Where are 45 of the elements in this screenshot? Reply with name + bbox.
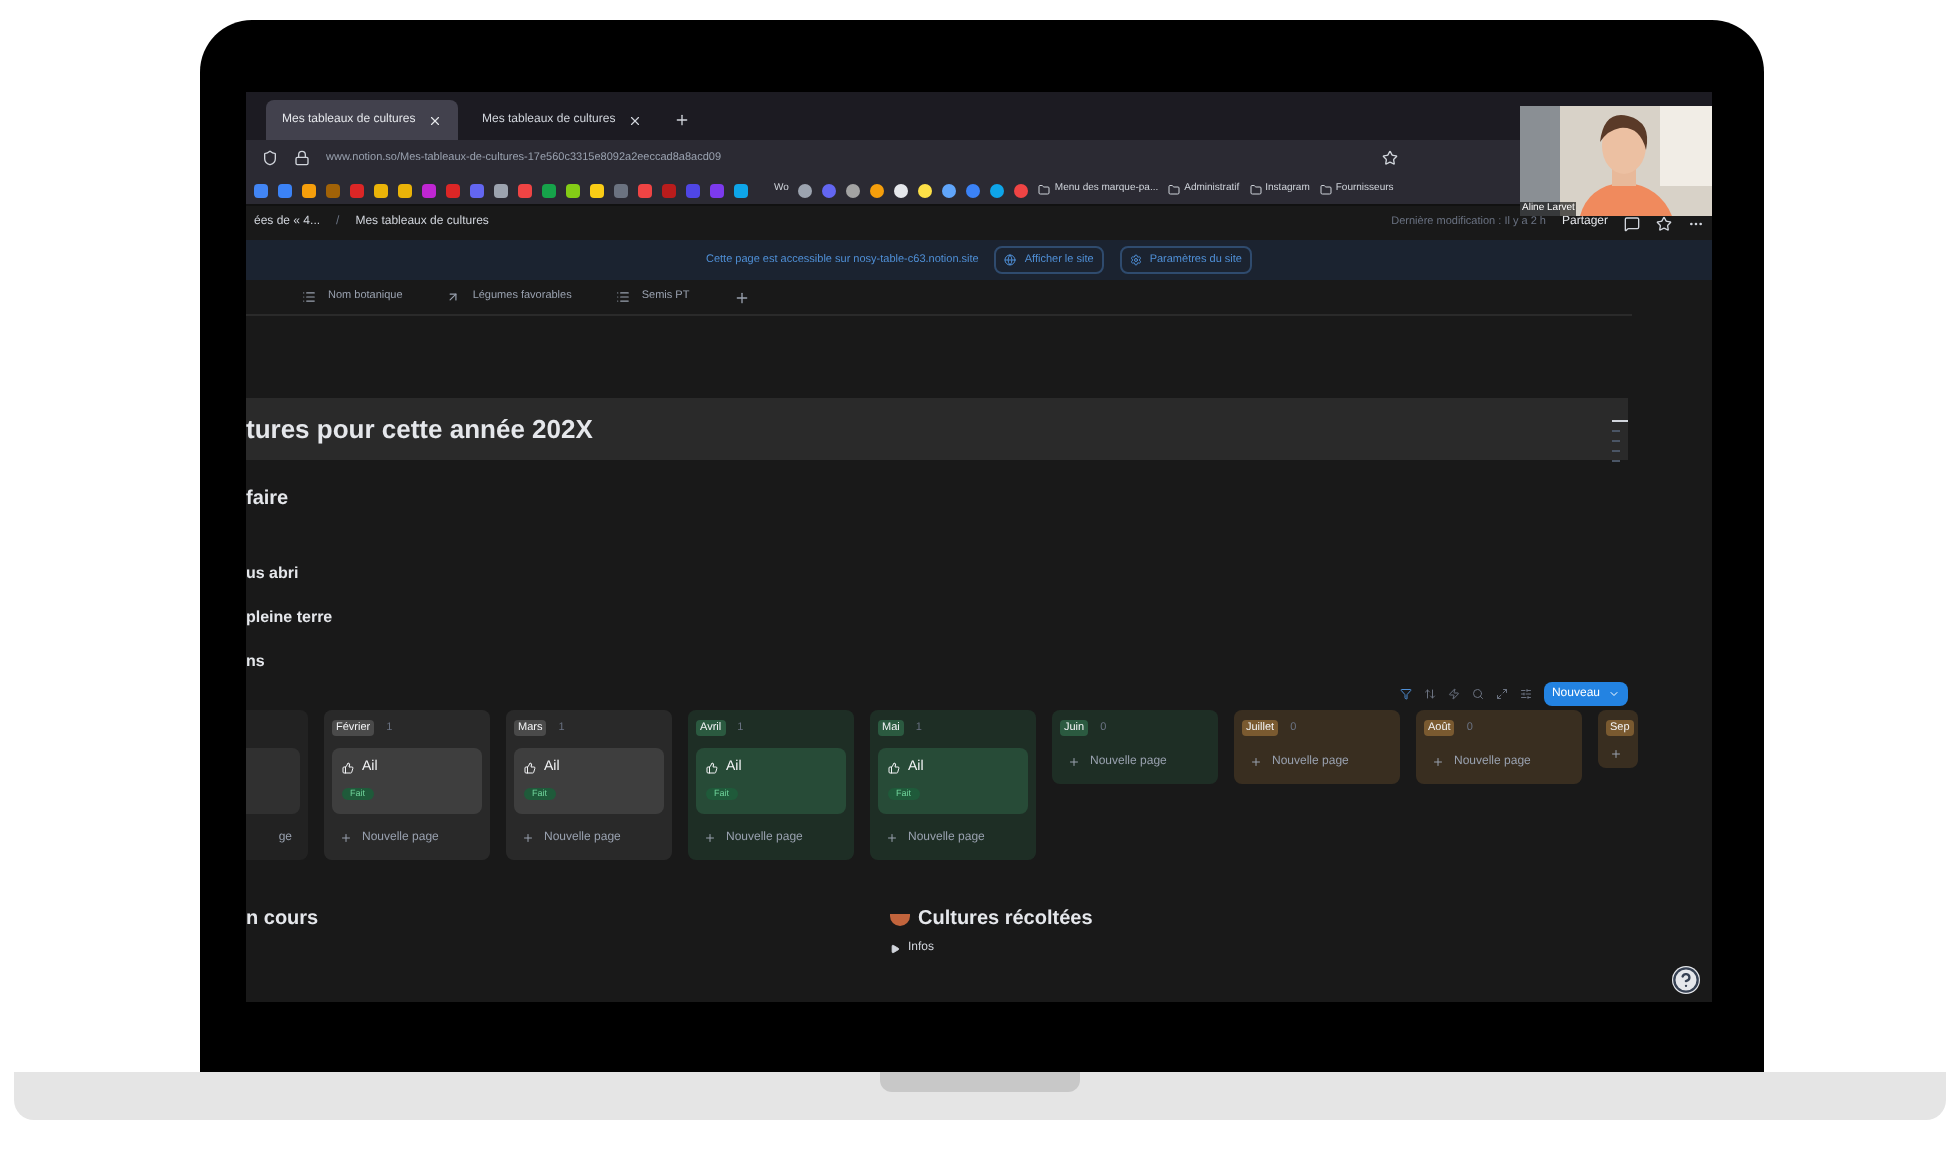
lock-icon — [294, 150, 310, 166]
thumbs-up-icon — [888, 762, 900, 775]
new-tab-icon[interactable] — [674, 112, 690, 128]
thumbs-up-icon — [706, 762, 718, 775]
settings-icon — [1129, 254, 1142, 266]
arrow-icon — [446, 290, 461, 304]
shield-icon — [262, 150, 278, 166]
plus-icon — [340, 832, 352, 844]
section-heading: us abri — [246, 562, 301, 586]
section-heading: Cultures récoltées — [890, 904, 1093, 934]
list-icon — [615, 290, 630, 304]
filter-icon[interactable] — [1399, 688, 1412, 700]
section-heading: ns — [246, 650, 267, 674]
section-heading: pleine terre — [246, 606, 335, 630]
section-heading: n cours — [246, 906, 321, 934]
close-icon[interactable] — [628, 113, 642, 127]
plus-icon — [886, 832, 898, 844]
settings-icon[interactable] — [1519, 688, 1532, 700]
close-icon[interactable] — [428, 113, 442, 127]
star-icon[interactable] — [1656, 215, 1672, 231]
folder-icon — [1038, 184, 1051, 196]
folder-icon — [1319, 184, 1332, 196]
folder-icon — [1249, 184, 1262, 196]
bowl-icon — [890, 913, 910, 925]
plus-icon[interactable] — [1610, 748, 1622, 760]
plus-icon — [522, 832, 534, 844]
page-heading: tures pour cette année 202X — [246, 411, 593, 448]
plus-icon — [1250, 756, 1262, 768]
add-view-icon[interactable] — [733, 289, 750, 305]
lightning-icon[interactable] — [1447, 688, 1460, 700]
plus-icon — [704, 832, 716, 844]
list-icon — [302, 290, 316, 304]
plus-icon — [1432, 756, 1444, 768]
sort-icon[interactable] — [1423, 688, 1436, 700]
comment-icon[interactable] — [1624, 215, 1640, 231]
globe-icon — [1004, 254, 1017, 266]
section-heading: faire — [246, 486, 291, 514]
help-icon[interactable] — [1672, 966, 1700, 994]
thumbs-up-icon — [342, 762, 354, 775]
folder-icon — [1168, 184, 1181, 196]
search-icon[interactable] — [1471, 688, 1484, 700]
triangle-icon — [890, 944, 900, 954]
plus-icon — [1068, 756, 1080, 768]
star-icon[interactable] — [1382, 150, 1398, 166]
thumbs-up-icon — [524, 762, 536, 775]
